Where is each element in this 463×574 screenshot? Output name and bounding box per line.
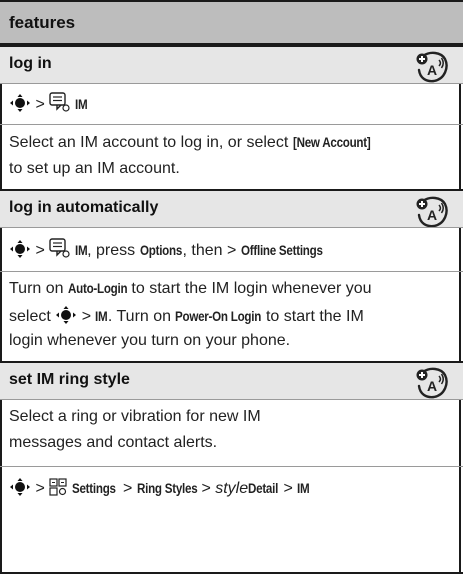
- path-separator: >: [35, 96, 45, 113]
- menu-item-im: IM: [297, 481, 310, 496]
- menu-item-im: IM: [74, 97, 88, 112]
- divider: [0, 466, 463, 467]
- table-header: features: [0, 0, 463, 45]
- divider: [0, 83, 463, 84]
- path-text: , then >: [182, 242, 241, 259]
- menu-item-ring-styles: Ring Styles: [136, 481, 198, 496]
- message-icon: [49, 92, 70, 112]
- nav-key-icon: [10, 94, 30, 112]
- network-feature-icon: A: [416, 51, 448, 83]
- section-title: set IM ring style: [9, 371, 130, 388]
- description-line: Select an IM account to log in, or selec…: [9, 134, 383, 152]
- desc-text: login whenever you turn on your phone.: [9, 332, 291, 349]
- option-power-on-login: Power-On Login: [175, 309, 262, 324]
- desc-text: select: [9, 308, 56, 325]
- menu-path: > IM: [9, 92, 89, 114]
- path-separator: >: [77, 308, 96, 325]
- desc-text: to set up an IM account.: [9, 160, 180, 177]
- menu-item-im: IM: [95, 309, 108, 324]
- svg-text:A: A: [427, 207, 437, 223]
- menu-item-im: IM: [74, 243, 88, 258]
- description-line: select > IM. Turn on Power-On Login to s…: [9, 306, 364, 326]
- network-feature-icon: A: [416, 196, 448, 228]
- path-separator: >: [118, 480, 137, 497]
- divider: [0, 271, 463, 272]
- divider: [0, 227, 463, 228]
- header-title: features: [9, 13, 76, 32]
- desc-text: Select a ring or vibration for new IM: [9, 408, 261, 425]
- desc-text: to start the IM login whenever you: [126, 280, 372, 297]
- menu-path: > IM, press Options, then > Offline Sett…: [9, 238, 336, 260]
- desc-text: Select an IM account to log in, or selec…: [9, 134, 293, 151]
- description-line: to set up an IM account.: [9, 160, 180, 178]
- svg-text:A: A: [427, 378, 437, 394]
- description-line: Select a ring or vibration for new IM: [9, 408, 261, 426]
- section-title: log in automatically: [9, 199, 159, 216]
- settings-icon: [49, 478, 67, 496]
- section-header-set-im-ring-style: set IM ring style: [0, 361, 463, 399]
- desc-text: Turn on: [9, 280, 68, 297]
- menu-item-settings: Settings: [71, 481, 116, 496]
- menu-item-offline-settings: Offline Settings: [240, 243, 323, 258]
- path-separator: >: [279, 480, 298, 497]
- message-icon: [49, 238, 70, 258]
- path-separator: >: [31, 480, 50, 497]
- path-separator: >: [197, 480, 216, 497]
- path-separator: >: [35, 242, 45, 259]
- placeholder-style: style: [215, 480, 249, 497]
- menu-item-detail: Detail: [248, 481, 279, 496]
- desc-text: messages and contact alerts.: [9, 434, 218, 451]
- menu-path: > Settings > Ring Styles > style Detail …: [9, 478, 312, 498]
- svg-text:A: A: [427, 62, 437, 78]
- section-title: log in: [9, 55, 52, 72]
- nav-key-icon: [10, 478, 30, 496]
- desc-text: to start the IM: [261, 308, 364, 325]
- path-text: , press: [87, 242, 140, 259]
- option-new-account: [New Account]: [292, 135, 371, 150]
- option-auto-login: Auto-Login: [68, 281, 128, 296]
- softkey-options: Options: [139, 243, 182, 258]
- nav-key-icon: [56, 306, 77, 324]
- divider: [0, 399, 463, 400]
- nav-key-icon: [10, 240, 30, 258]
- description-line: Turn on Auto-Login to start the IM login…: [9, 280, 372, 298]
- desc-text: . Turn on: [107, 308, 176, 325]
- network-feature-icon: A: [416, 367, 448, 399]
- divider: [0, 124, 463, 125]
- description-line: messages and contact alerts.: [9, 434, 217, 452]
- description-line: login whenever you turn on your phone.: [9, 332, 290, 350]
- section-header-log-in-automatically: log in automatically: [0, 189, 463, 227]
- section-header-log-in: log in: [0, 45, 463, 83]
